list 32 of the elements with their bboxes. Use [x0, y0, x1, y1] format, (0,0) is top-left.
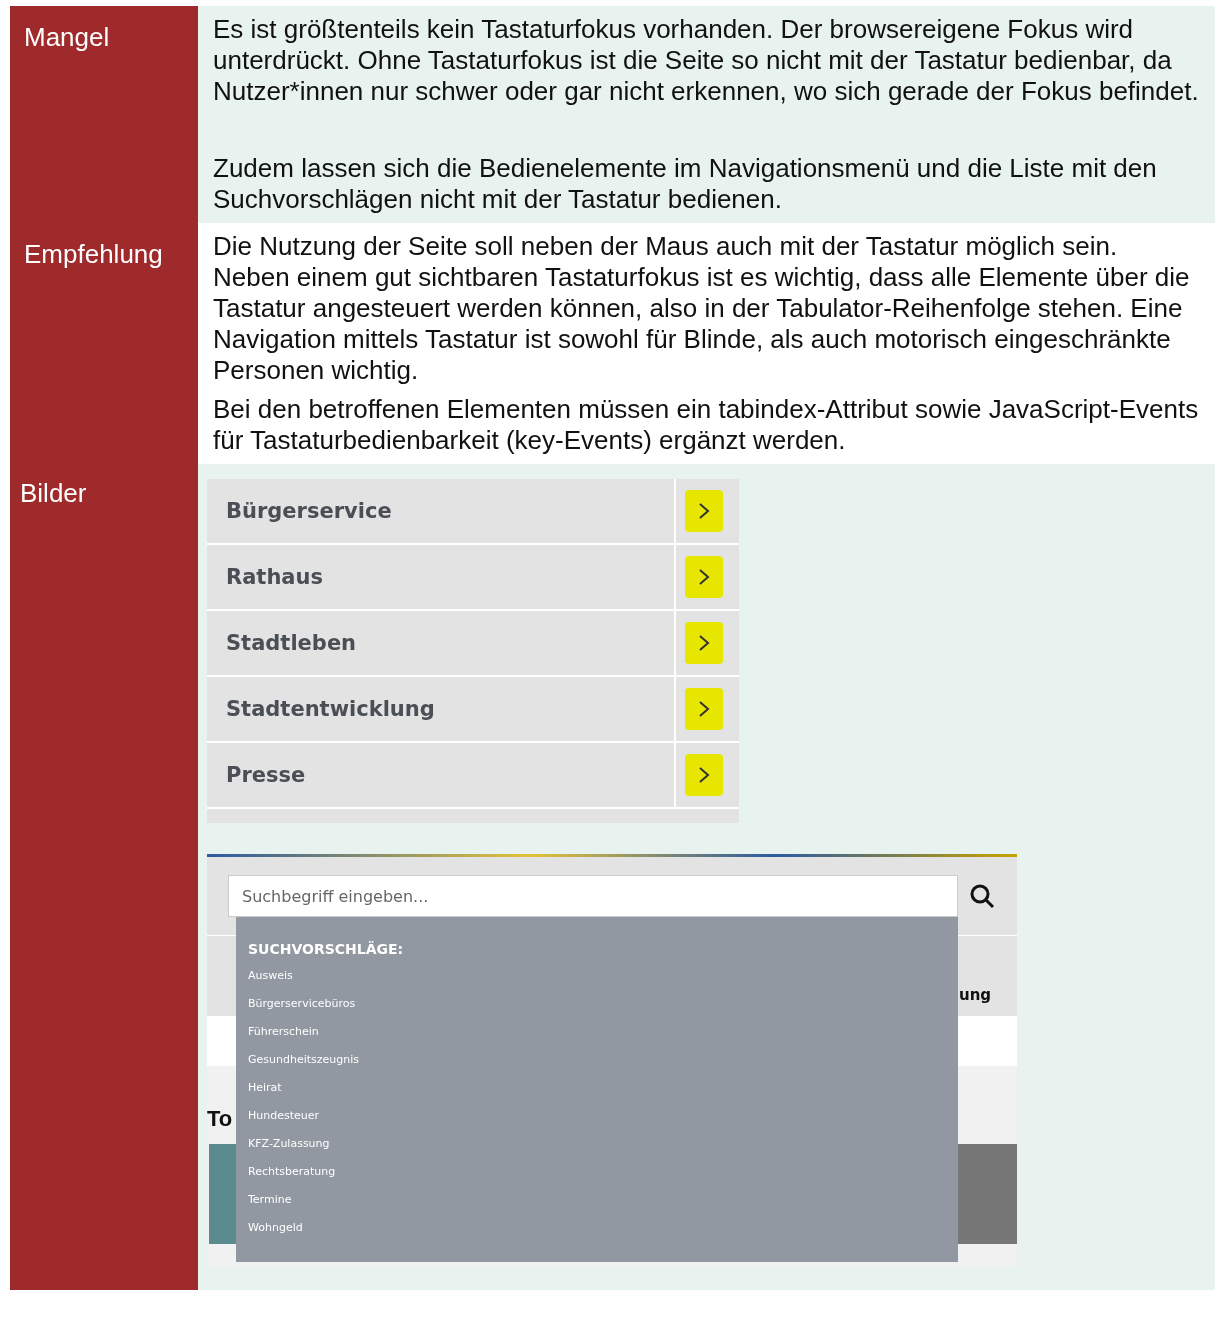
search-field[interactable]: Suchbegriff eingeben...	[228, 875, 958, 917]
chevron-right-icon	[685, 754, 723, 796]
row-label: Bilder	[10, 464, 198, 1290]
suggestion-item[interactable]: Führerschein	[248, 1022, 958, 1050]
suggestion-item[interactable]: Termine	[248, 1190, 958, 1218]
suggestion-item[interactable]: Heirat	[248, 1078, 958, 1106]
chevron-right-icon	[685, 556, 723, 598]
row-label: Mangel	[10, 6, 198, 223]
section-heading: To	[207, 1105, 233, 1133]
paragraph: Bei den betroffenen Elementen müssen ein tabindex-Attribut sowie JavaScript-Events für Tastaturbedienbarkeit (key-Events) ergänzt werden.	[213, 394, 1200, 456]
menu-item[interactable]: Bürgerservice	[207, 499, 674, 523]
menu-item[interactable]: Stadtleben	[207, 631, 674, 655]
menu-item[interactable]: Stadtentwicklung	[207, 697, 674, 721]
suggestion-item[interactable]: Ausweis	[248, 966, 958, 994]
suggestion-item[interactable]: Hundesteuer	[248, 1106, 958, 1134]
suggestion-item[interactable]: Gesundheitszeugnis	[248, 1050, 958, 1078]
chevron-right-icon	[685, 490, 723, 532]
paragraph: Es ist größtenteils kein Tastaturfokus vorhanden. Der browsereigene Fokus wird unterdrückt. Ohne Tastaturfokus ist die Seite so nicht mit der Tastatur bedienbar, da Nutzer*innen nur schwer oder gar nicht erkennen, wo sich gerade der Fokus befindet.	[213, 14, 1200, 107]
chevron-right-icon	[685, 622, 723, 664]
suggestion-item[interactable]: Wohngeld	[248, 1218, 958, 1246]
suggestion-item[interactable]: Bürgerservicebüros	[248, 994, 958, 1022]
menu-item[interactable]: Presse	[207, 763, 674, 787]
chevron-right-icon	[685, 688, 723, 730]
search-icon	[969, 883, 995, 909]
nav-link[interactable]: ung	[959, 986, 992, 1004]
paragraph: Zudem lassen sich die Bedienelemente im Navigationsmenü und die Liste mit den Suchvorschlägen nicht mit der Tastatur bedienen.	[213, 153, 1158, 215]
paragraph: Die Nutzung der Seite soll neben der Maus auch mit der Tastatur möglich sein. Neben einem gut sichtbaren Tastaturfokus ist es wichtig, dass alle Elemente über die Tastatur angesteuert werden können, also in der Tabulator-Reihenfolge stehen. Eine Navigation mittels Tastatur ist sowohl für Blinde, als auch motorisch eingeschränkte Personen wichtig.	[213, 231, 1191, 386]
dropdown-heading: SUCHVORSCHLÄGE:	[248, 941, 405, 957]
menu-item[interactable]: Rathaus	[207, 565, 674, 589]
suggestion-item[interactable]: Rechtsberatung	[248, 1162, 958, 1190]
suggestion-item[interactable]: KFZ-Zulassung	[248, 1134, 958, 1162]
row-label: Empfehlung	[10, 223, 198, 464]
